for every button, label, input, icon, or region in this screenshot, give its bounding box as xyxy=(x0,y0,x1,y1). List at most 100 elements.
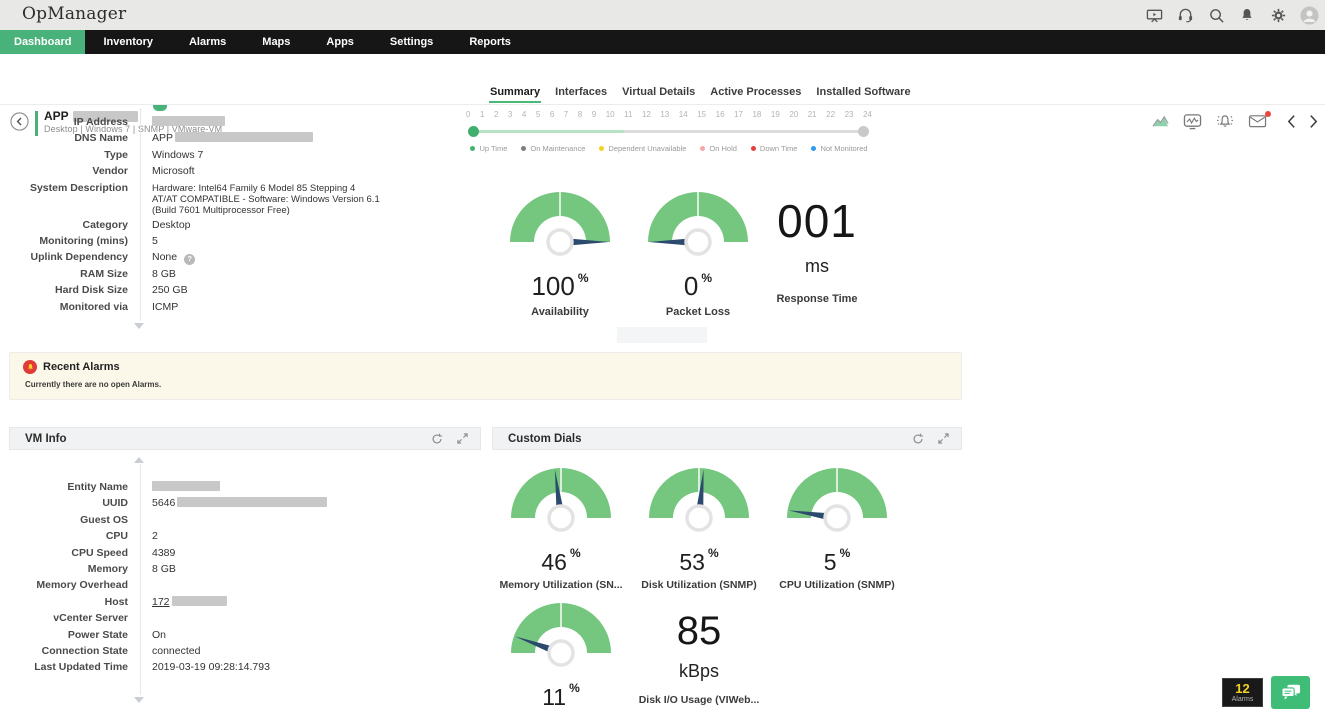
chevron-left-icon[interactable] xyxy=(1287,114,1296,129)
tab-virtual-details[interactable]: Virtual Details xyxy=(621,85,696,103)
legend-label: Dependent Unavailable xyxy=(608,144,686,153)
redacted-value xyxy=(152,116,225,126)
topbar-icon-group xyxy=(1144,5,1319,25)
nav-item-reports[interactable]: Reports xyxy=(451,30,529,54)
bell-icon[interactable] xyxy=(1237,5,1257,25)
info-label: CPU Speed xyxy=(0,545,128,561)
timeline-tick: 21 xyxy=(808,110,817,119)
dial-value: 001 xyxy=(750,196,884,246)
support-headset-icon[interactable] xyxy=(1175,5,1195,25)
nav-item-alarms[interactable]: Alarms xyxy=(171,30,244,54)
expand-icon[interactable] xyxy=(938,433,949,444)
info-value xyxy=(152,114,225,130)
gear-icon[interactable] xyxy=(1268,5,1288,25)
info-label: DNS Name xyxy=(0,130,128,146)
info-label: IP Address xyxy=(0,114,128,130)
info-value-text: Desktop xyxy=(152,219,191,231)
nav-item-apps[interactable]: Apps xyxy=(308,30,372,54)
dial-packet-loss[interactable]: 0%Packet Loss xyxy=(636,188,760,318)
info-label: vCenter Server xyxy=(0,610,128,626)
info-value: 5646 xyxy=(152,495,327,511)
timeline-tick: 11 xyxy=(624,110,632,119)
refresh-icon[interactable] xyxy=(912,433,924,445)
nav-item-inventory[interactable]: Inventory xyxy=(85,30,171,54)
tab-interfaces[interactable]: Interfaces xyxy=(554,85,608,103)
info-value: 250 GB xyxy=(152,282,188,298)
help-icon[interactable]: ? xyxy=(184,254,195,265)
dial-memory-utilization-sn[interactable]: 46%Memory Utilization (SN... xyxy=(492,464,630,591)
search-icon[interactable] xyxy=(1206,5,1226,25)
slider-end-knob[interactable] xyxy=(858,126,869,137)
info-row-memory: Memory8 GB xyxy=(0,561,470,577)
slider-start-knob[interactable] xyxy=(468,126,479,137)
alarm-count-badge[interactable]: 12 Alarms xyxy=(1222,678,1263,707)
timeline-slider[interactable] xyxy=(466,125,872,137)
nav-item-maps[interactable]: Maps xyxy=(244,30,308,54)
device-header-icon-group xyxy=(1151,111,1318,131)
info-label: Host xyxy=(0,594,128,610)
legend-item-not-monitored: Not Monitored xyxy=(811,144,867,153)
info-value-link[interactable]: 172 xyxy=(152,596,170,608)
performance-chart-icon[interactable] xyxy=(1151,113,1170,130)
monitor-graph-icon[interactable] xyxy=(1183,113,1202,130)
dial-cpu-utilization-snmp[interactable]: 5%CPU Utilization (SNMP) xyxy=(768,464,906,591)
dial-value: 5% xyxy=(768,541,906,574)
info-value-text: APP xyxy=(152,132,173,144)
vm-info-table: Entity NameUUID5646Guest OSCPU2CPU Speed… xyxy=(0,479,470,676)
slider-track-active xyxy=(472,130,624,133)
ringing-bell-icon[interactable] xyxy=(1215,113,1235,130)
alarm-count-label: Alarms xyxy=(1223,696,1262,704)
tab-installed-software[interactable]: Installed Software xyxy=(815,85,911,103)
nav-item-dashboard[interactable]: Dashboard xyxy=(0,30,85,54)
refresh-icon[interactable] xyxy=(431,433,443,445)
app-logo: OpManager xyxy=(22,4,126,24)
dial-label: Packet Loss xyxy=(636,306,760,318)
info-label: Connection State xyxy=(0,643,128,659)
vm-scroll-down-caret[interactable] xyxy=(134,697,144,703)
redacted-value xyxy=(177,497,327,507)
expand-icon[interactable] xyxy=(457,433,468,444)
video-wall-icon[interactable] xyxy=(1144,5,1164,25)
dial-unit: % xyxy=(570,546,581,560)
info-value-text: Microsoft xyxy=(152,165,195,177)
info-value: On xyxy=(152,627,166,643)
info-row-host: Host 172 xyxy=(0,594,470,610)
recent-alarms-message: Currently there are no open Alarms. xyxy=(25,380,961,389)
info-value-text: connected xyxy=(152,645,200,657)
chevron-right-icon[interactable] xyxy=(1309,114,1318,129)
info-row-hard-disk-size: Hard Disk Size250 GB xyxy=(0,282,410,298)
user-avatar[interactable] xyxy=(1299,5,1319,25)
chat-support-button[interactable] xyxy=(1271,676,1310,709)
legend-item-up-time: Up Time xyxy=(470,144,507,153)
info-row-connection-state: Connection State connected xyxy=(0,643,470,659)
dial-disk-utilization-snmp[interactable]: 53%Disk Utilization (SNMP) xyxy=(630,464,768,591)
mail-icon[interactable] xyxy=(1248,113,1268,129)
dial-label: Availability xyxy=(498,306,622,318)
vm-scroll-up-caret[interactable] xyxy=(134,457,144,463)
dial-cpu-utilization-viweb[interactable]: 11%CPU Utilization (VIWeb... xyxy=(492,599,630,709)
timeline-tick: 3 xyxy=(508,110,512,119)
info-row-type: TypeWindows 7 xyxy=(0,147,410,163)
redacted-value xyxy=(175,132,313,142)
legend-item-on-hold: On Hold xyxy=(700,144,737,153)
info-row-monitoring-mins: Monitoring (mins)5 xyxy=(0,233,410,249)
dial-response-time[interactable]: 001msResponse Time xyxy=(750,188,884,318)
info-row-vcenter-server: vCenter Server xyxy=(0,610,470,626)
status-legend: Up Time On Maintenance Dependent Unavailab… xyxy=(466,144,872,153)
nav-item-settings[interactable]: Settings xyxy=(372,30,451,54)
tab-summary[interactable]: Summary xyxy=(489,85,541,103)
info-value: Windows 7 xyxy=(152,147,203,163)
scroll-down-caret[interactable] xyxy=(134,323,144,329)
timeline-tick: 20 xyxy=(789,110,798,119)
legend-label: On Maintenance xyxy=(530,144,585,153)
availability-dials: 100%Availability0%Packet Loss001msRespon… xyxy=(498,188,884,318)
dial-unit: kBps xyxy=(630,661,768,682)
info-row-uplink-dependency: Uplink DependencyNone? xyxy=(0,249,410,265)
recent-alarms-header: Recent Alarms xyxy=(23,360,961,374)
dial-availability[interactable]: 100%Availability xyxy=(498,188,622,318)
dial-disk-i-o-usage-viweb[interactable]: 85kBpsDisk I/O Usage (VIWeb... xyxy=(630,599,768,709)
tab-active-processes[interactable]: Active Processes xyxy=(709,85,802,103)
info-value[interactable]: 172 xyxy=(152,594,227,610)
legend-dot xyxy=(470,146,475,151)
info-label: Monitoring (mins) xyxy=(0,233,128,249)
